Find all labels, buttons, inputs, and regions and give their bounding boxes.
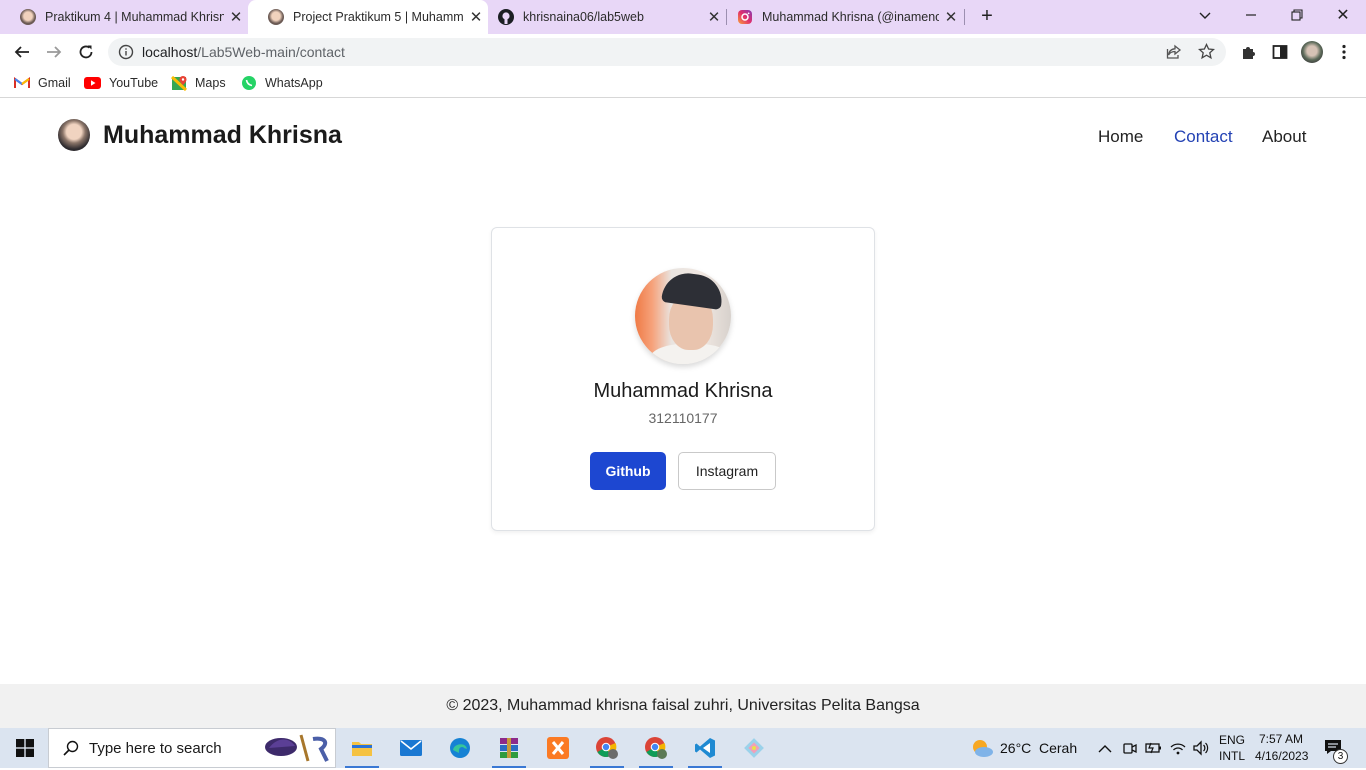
address-bar[interactable]: localhost/Lab5Web-main/contact [108, 38, 1226, 66]
maps-icon [171, 75, 187, 91]
forward-arrow-icon[interactable] [40, 38, 68, 66]
bookmark-maps[interactable]: Maps [171, 75, 226, 91]
tab-instagram[interactable]: Muhammad Khrisna (@inamenola) ✕ [727, 0, 963, 34]
meet-now-icon[interactable] [1122, 740, 1138, 761]
bookmark-label: Gmail [38, 76, 71, 90]
photo-cap [661, 269, 725, 311]
browser-toolbar: localhost/Lab5Web-main/contact [0, 34, 1366, 70]
close-icon[interactable]: ✕ [224, 8, 248, 26]
clock-date[interactable]: 4/16/2023 [1255, 749, 1308, 763]
git-icon[interactable] [735, 732, 773, 764]
chrome-profile-2-icon[interactable] [637, 732, 675, 768]
speaker-icon[interactable] [1192, 740, 1210, 761]
whatsapp-icon [241, 75, 257, 91]
new-tab-button[interactable]: + [975, 4, 999, 28]
search-highlight-illustration-icon [263, 731, 333, 770]
tray-chevron-up-icon[interactable] [1098, 741, 1112, 759]
close-icon[interactable]: ✕ [702, 8, 726, 26]
tab-title: Project Praktikum 5 | Muhammad Khrisna [293, 10, 464, 24]
nav-contact-link[interactable]: Contact [1174, 127, 1233, 147]
vscode-icon[interactable] [686, 732, 724, 768]
tab-title: Praktikum 4 | Muhammad Khrisna [45, 10, 224, 24]
start-windows-icon[interactable] [6, 732, 44, 764]
battery-icon[interactable] [1145, 740, 1163, 761]
wifi-icon[interactable] [1169, 740, 1187, 761]
gmail-icon [14, 75, 30, 91]
profile-photo [635, 268, 731, 364]
url-path: /Lab5Web-main/contact [197, 44, 345, 60]
weather-sun-cloud-icon[interactable] [970, 738, 994, 763]
bookmark-label: WhatsApp [265, 76, 323, 90]
back-arrow-icon[interactable] [8, 38, 36, 66]
tab-divider [964, 9, 965, 25]
url-host: localhost [142, 44, 198, 60]
instagram-icon [737, 9, 753, 25]
edge-icon[interactable] [441, 732, 479, 764]
keyboard-layout[interactable]: INTL [1219, 749, 1245, 763]
search-icon [63, 740, 79, 756]
tab-project-praktikum-5[interactable]: Project Praktikum 5 | Muhammad Khrisna ✕ [248, 0, 488, 34]
info-icon[interactable] [118, 44, 134, 65]
brand-avatar [58, 119, 90, 151]
tab-strip: Praktikum 4 | Muhammad Khrisna ✕ Project… [0, 0, 1366, 34]
browser-menu-icon[interactable] [1330, 38, 1358, 66]
mail-icon[interactable] [392, 732, 430, 764]
tab-title: Muhammad Khrisna (@inamenola) [762, 10, 939, 24]
instagram-button[interactable]: Instagram [678, 452, 776, 490]
github-button[interactable]: Github [590, 452, 666, 490]
tab-praktikum-4[interactable]: Praktikum 4 | Muhammad Khrisna ✕ [0, 0, 248, 34]
restore-icon[interactable] [1285, 4, 1309, 28]
brand-name: Muhammad Khrisna [103, 120, 342, 149]
bookmark-youtube[interactable]: YouTube [84, 75, 158, 91]
xampp-icon[interactable] [539, 732, 577, 764]
taskbar: Type here to search 26°C Cerah ENG INTL … [0, 728, 1366, 768]
window-close-icon[interactable]: ✕ [1331, 4, 1355, 28]
bookmarks-bar: Gmail YouTube Maps WhatsApp [0, 70, 1366, 98]
web-page: Muhammad Khrisna Home Contact About Muha… [0, 103, 1366, 728]
taskbar-search-box[interactable]: Type here to search [48, 728, 336, 768]
minimize-icon[interactable] [1239, 4, 1263, 28]
tab-search-chevron-icon[interactable] [1193, 4, 1217, 28]
close-icon[interactable]: ✕ [939, 8, 963, 26]
nav-home-link[interactable]: Home [1098, 127, 1143, 147]
student-id: 312110177 [648, 410, 718, 426]
notification-count-badge: 3 [1333, 749, 1348, 764]
avatar-favicon-icon [20, 9, 36, 25]
profile-avatar-icon[interactable] [1298, 38, 1326, 66]
search-placeholder: Type here to search [89, 739, 222, 757]
clock-time[interactable]: 7:57 AM [1259, 732, 1303, 746]
close-icon[interactable]: ✕ [464, 8, 488, 26]
contact-card: Muhammad Khrisna 312110177 Github Instag… [491, 227, 875, 531]
site-brand[interactable]: Muhammad Khrisna [58, 119, 342, 151]
weather-condition[interactable]: Cerah [1039, 740, 1077, 756]
share-icon[interactable] [1166, 44, 1182, 65]
side-panel-icon[interactable] [1266, 38, 1294, 66]
bookmark-label: Maps [195, 76, 226, 90]
tab-title: khrisnaina06/lab5web [523, 10, 644, 24]
reload-icon[interactable] [72, 38, 100, 66]
language-code[interactable]: ENG [1219, 733, 1245, 747]
bookmark-whatsapp[interactable]: WhatsApp [241, 75, 323, 91]
tab-github-repo[interactable]: khrisnaina06/lab5web ✕ [488, 0, 726, 34]
url-text: localhost/Lab5Web-main/contact [142, 44, 345, 60]
bookmark-label: YouTube [109, 76, 159, 90]
github-icon [498, 9, 514, 25]
avatar-favicon-icon [268, 9, 284, 25]
weather-temperature[interactable]: 26°C [1000, 740, 1031, 756]
winrar-icon[interactable] [490, 732, 528, 768]
youtube-icon [84, 75, 101, 91]
bookmark-gmail[interactable]: Gmail [14, 75, 71, 91]
chrome-profile-1-icon[interactable] [588, 732, 626, 768]
site-footer: © 2023, Muhammad khrisna faisal zuhri, U… [0, 684, 1366, 728]
nav-about-link[interactable]: About [1262, 127, 1306, 147]
bookmark-star-icon[interactable] [1197, 42, 1216, 65]
file-explorer-icon[interactable] [343, 732, 381, 768]
extensions-puzzle-icon[interactable] [1234, 38, 1262, 66]
contact-name: Muhammad Khrisna [593, 380, 773, 402]
